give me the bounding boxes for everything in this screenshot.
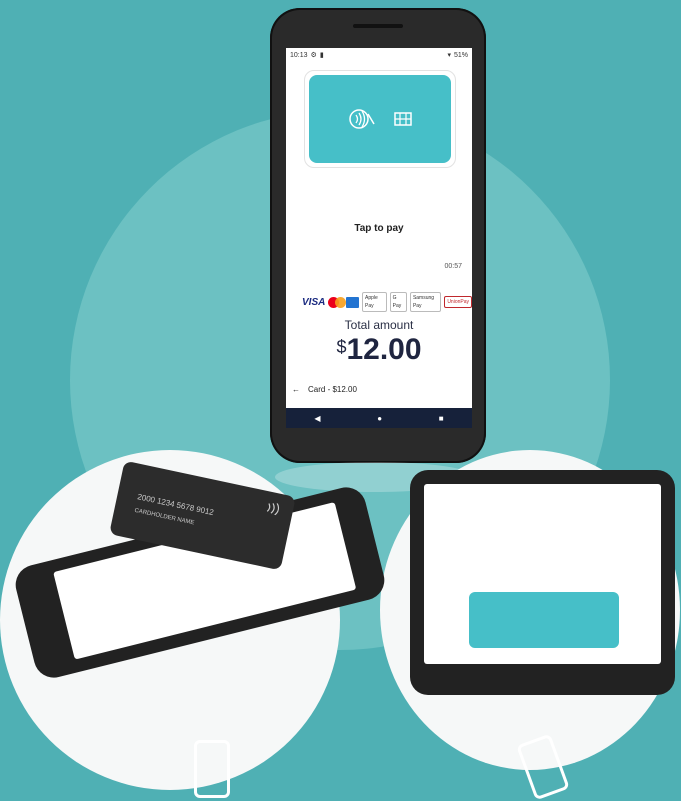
- back-arrow-icon[interactable]: ←: [292, 385, 300, 394]
- amount-number: 12.00: [346, 333, 422, 366]
- battery-level: 51%: [453, 51, 468, 59]
- mastercard-logo: [328, 296, 347, 308]
- countdown-timer: 00:57: [444, 263, 462, 270]
- card-reader-frame: [304, 70, 456, 168]
- tap-phone-icon: [194, 740, 230, 798]
- android-nav-bar: ◀ ● ■: [286, 408, 472, 428]
- apple-pay-logo: Apple Pay: [362, 292, 387, 312]
- nav-back-icon[interactable]: ◀: [314, 414, 320, 423]
- samsung-pay-logo: Samsung Pay: [409, 292, 442, 312]
- currency-symbol: $: [336, 337, 347, 357]
- notification-icon: ⚙: [310, 52, 317, 59]
- amex-logo: [346, 296, 360, 308]
- google-pay-logo: G Pay: [389, 292, 407, 312]
- status-time: 10:13: [290, 51, 308, 59]
- phone-screen: 10:13 ⚙ ▮ ▾ 51% Tap to pay 00:57 VISA Ap…: [286, 48, 472, 428]
- phone-speaker: [353, 24, 403, 28]
- upside-down-phone: [410, 470, 675, 695]
- total-amount-value: $12.00: [286, 333, 472, 367]
- wifi-icon: ▾: [447, 52, 451, 59]
- nav-recent-icon[interactable]: ■: [439, 414, 444, 423]
- status-bar: 10:13 ⚙ ▮ ▾ 51%: [286, 48, 472, 62]
- card-reader-graphic[interactable]: [309, 75, 451, 163]
- unionpay-logo: UnionPay: [444, 296, 472, 308]
- main-phone: 10:13 ⚙ ▮ ▾ 51% Tap to pay 00:57 VISA Ap…: [270, 8, 486, 463]
- visa-logo: VISA: [302, 296, 326, 308]
- upside-down-phone-screen: [424, 484, 661, 664]
- chip-icon: [394, 112, 412, 126]
- payment-brands: VISA Apple Pay G Pay Samsung Pay UnionPa…: [302, 292, 472, 312]
- contactless-icon: [349, 109, 375, 129]
- upside-down-card-graphic: [469, 592, 619, 648]
- total-amount-label: Total amount: [344, 318, 414, 332]
- tap-to-pay-label: Tap to pay: [354, 223, 404, 234]
- card-contactless-icon: [266, 502, 280, 516]
- battery-saver-icon: ▮: [319, 52, 324, 59]
- nav-home-icon[interactable]: ●: [377, 414, 382, 423]
- transaction-summary: Card - $12.00: [308, 385, 357, 394]
- transaction-footer: ← Card - $12.00: [292, 385, 357, 394]
